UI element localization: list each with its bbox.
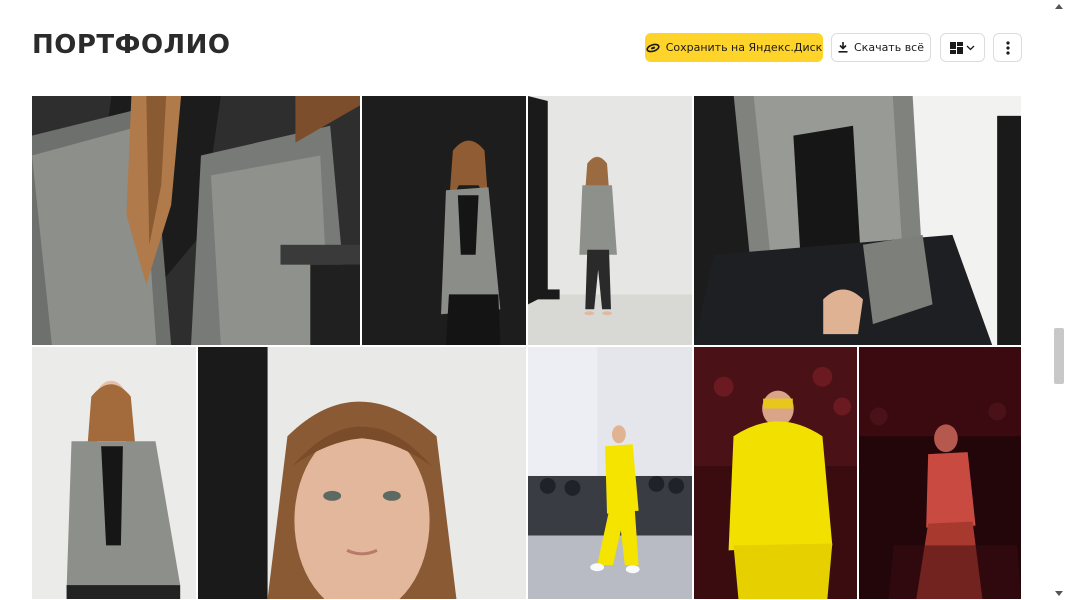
page-title: ПОРТФОЛИО [32,30,231,60]
photo-girl-black-backdrop[interactable] [361,95,527,346]
page-scrollbar[interactable] [1052,0,1066,600]
save-to-yandex-disk-button[interactable]: Сохранить на Яндекс.Диск [645,33,823,62]
photo-plaid-blazer-closeup[interactable] [31,95,361,346]
yandex-disk-icon [646,43,660,53]
portfolio-page: ПОРТФОЛИО Сохранить на Яндекс.Диск Скача… [0,0,1066,600]
photo-girl-white-studio-full[interactable] [527,95,693,346]
download-all-button[interactable]: Скачать всё [831,33,931,62]
scroll-up-arrow-icon[interactable] [1055,4,1063,9]
more-vertical-icon [1005,40,1010,55]
photo-face-closeup[interactable] [197,346,527,600]
photo-yellow-suit-runway[interactable] [527,346,693,600]
download-icon [838,42,848,53]
more-options-button[interactable] [993,33,1022,62]
photo-girl-blazer-portrait[interactable] [31,346,197,600]
photo-dancer-red-light[interactable] [858,346,1022,600]
grid-layout-icon [950,41,963,54]
layout-switch-button[interactable] [940,33,985,62]
chevron-down-icon [966,41,975,54]
photo-hand-on-knee-closeup[interactable] [693,95,1022,346]
photo-yellow-hoodie-red-light[interactable] [693,346,858,600]
scrollbar-thumb[interactable] [1054,328,1064,384]
scroll-down-arrow-icon[interactable] [1055,591,1063,596]
download-button-label: Скачать всё [854,41,924,54]
save-button-label: Сохранить на Яндекс.Диск [665,41,823,54]
